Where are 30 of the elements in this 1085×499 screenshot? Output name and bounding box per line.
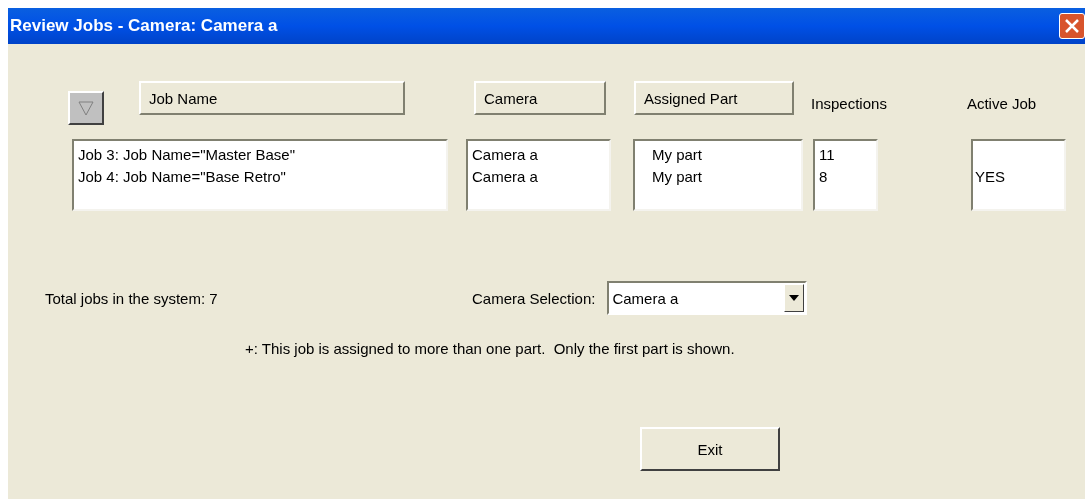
list-box[interactable]: Job 3: Job Name="Master Base" Job 4: Job Name="Base Retro" [72,139,448,211]
list-item[interactable]: 8 [819,166,876,188]
list-item[interactable]: YES [975,166,1064,188]
list-item[interactable]: Job 4: Job Name="Base Retro" [78,166,446,188]
exit-button[interactable]: Exit [640,427,780,471]
list-box[interactable]: YES [971,139,1066,211]
list-box[interactable]: 11 8 [813,139,878,211]
sort-button[interactable] [68,91,104,125]
camera-dropdown[interactable]: Camera a [607,281,808,315]
list-item[interactable]: Camera a [472,166,609,188]
note-text: +: This job is assigned to more than one part. Only the first part is shown. [245,340,736,357]
triangle-down-icon [78,100,94,116]
dropdown-arrow-icon [789,295,800,301]
list-item[interactable]: My part [652,144,801,166]
column-header-button[interactable]: Assigned Part [634,81,794,115]
total-jobs-text: Total jobs in the system: 7 [45,289,219,307]
camera-selection-label: Camera Selection: [472,289,596,307]
list-box[interactable]: Camera a Camera a [466,139,611,211]
list-box[interactable]: My part My part [633,139,803,211]
column-label: Active Job [966,95,1037,112]
list-item[interactable]: Camera a [472,144,609,166]
window-title: Review Jobs - Camera: Camera a [10,16,278,36]
column-label: Inspections [811,95,887,112]
column-header-button[interactable]: Job Name [139,81,405,115]
list-item[interactable]: 11 [819,144,876,166]
list-item[interactable]: Job 3: Job Name="Master Base" [78,144,446,166]
close-button[interactable] [1059,13,1085,39]
column-header-button[interactable]: Camera [474,81,606,115]
close-icon [1064,18,1080,34]
list-item[interactable]: My part [652,166,801,188]
